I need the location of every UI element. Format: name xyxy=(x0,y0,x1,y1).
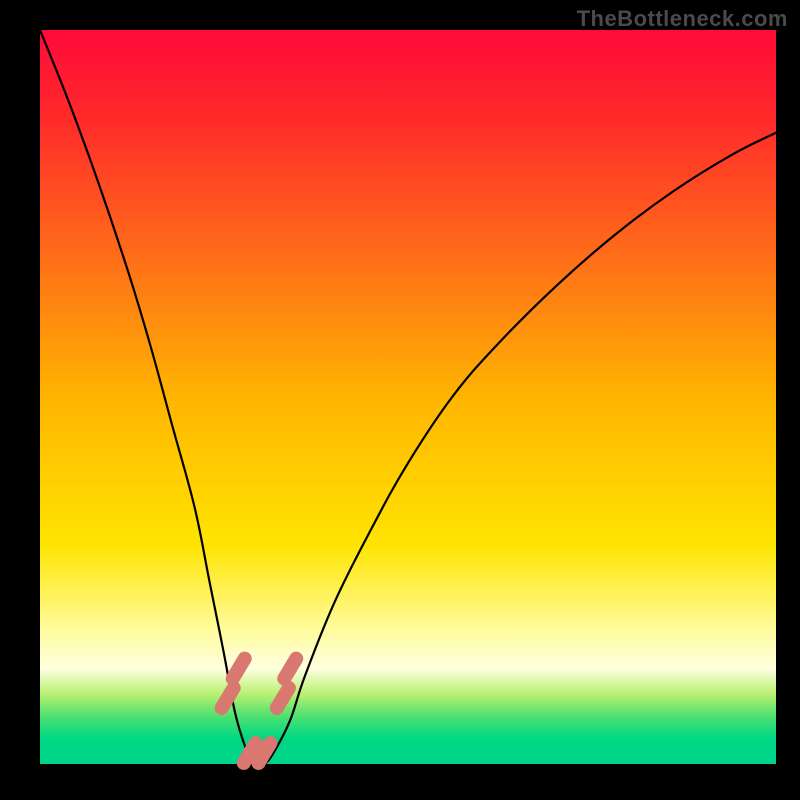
plot-background xyxy=(40,30,776,764)
chart-container: TheBottleneck.com xyxy=(0,0,800,800)
bottleneck-chart xyxy=(0,0,800,800)
watermark-text: TheBottleneck.com xyxy=(577,6,788,32)
